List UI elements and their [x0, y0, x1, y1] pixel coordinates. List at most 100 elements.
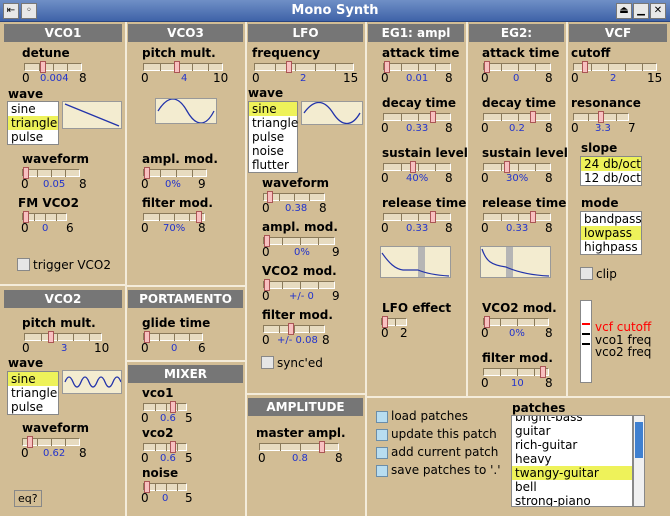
slider-knob[interactable]: [48, 331, 54, 343]
update-patch-button[interactable]: [376, 429, 388, 441]
shade-button[interactable]: ⏏: [616, 3, 632, 19]
lfo-synced-checkbox[interactable]: [261, 356, 274, 369]
patches-scrollbar[interactable]: [633, 415, 645, 507]
lfo-wave-list[interactable]: sine triangle pulse noise flutter: [248, 101, 298, 173]
eg2-vco2-slider[interactable]: [483, 316, 549, 328]
slider-knob[interactable]: [530, 211, 536, 223]
slider-knob[interactable]: [582, 61, 588, 73]
vco3-ampl-slider[interactable]: [143, 167, 207, 179]
eg2-decay-slider[interactable]: [483, 111, 551, 123]
load-patches-label[interactable]: load patches: [391, 409, 468, 423]
slider-knob[interactable]: [598, 111, 604, 123]
patch-item[interactable]: rich-guitar: [512, 438, 632, 452]
minimize-button[interactable]: ▁: [633, 3, 649, 19]
slider-knob[interactable]: [430, 111, 436, 123]
lfo-ampl-slider[interactable]: [263, 235, 335, 247]
slider-knob[interactable]: [410, 161, 416, 173]
save-patches-button[interactable]: [376, 465, 388, 477]
glide-time-slider[interactable]: [143, 331, 203, 343]
vco3-pitch-value: 4: [181, 73, 188, 84]
scrollbar-thumb[interactable]: [635, 422, 643, 458]
close-button[interactable]: ✕: [650, 3, 666, 19]
wave-option-triangle[interactable]: triangle: [8, 116, 58, 130]
resonance-max: 7: [628, 121, 636, 135]
wave-option-pulse[interactable]: pulse: [249, 130, 297, 144]
eg1-decay-slider[interactable]: [383, 111, 451, 123]
slider-knob[interactable]: [430, 211, 436, 223]
eg2-attack-slider[interactable]: [483, 61, 551, 73]
eq-button[interactable]: eq?: [14, 490, 42, 507]
mode-option-lowpass[interactable]: lowpass: [581, 226, 641, 240]
cutoff-slider[interactable]: [573, 61, 657, 73]
add-patch-button[interactable]: [376, 447, 388, 459]
slider-knob[interactable]: [40, 61, 46, 73]
lfo-frequency-slider[interactable]: [254, 61, 354, 73]
patch-item[interactable]: bright-bass: [512, 416, 632, 424]
patch-item[interactable]: strong-piano: [512, 494, 632, 506]
vco3-pitch-slider[interactable]: [143, 61, 223, 73]
wave-option-triangle[interactable]: triangle: [8, 386, 58, 400]
patches-list[interactable]: bright-bass guitar rich-guitar heavy twa…: [511, 415, 633, 507]
mode-list[interactable]: bandpass lowpass highpass: [580, 211, 642, 255]
patch-item[interactable]: heavy: [512, 452, 632, 466]
slider-knob[interactable]: [170, 401, 176, 413]
slider-knob[interactable]: [288, 323, 294, 335]
mixer-vco1-slider[interactable]: [143, 401, 187, 413]
vco1-waveform-slider[interactable]: [22, 167, 80, 179]
patch-item[interactable]: guitar: [512, 424, 632, 438]
lfo-wave-preview: [301, 101, 363, 125]
lfo-filter-slider[interactable]: [263, 323, 325, 335]
lfo-waveform-slider[interactable]: [263, 191, 325, 203]
eg2-decay-value: 0.2: [509, 123, 525, 134]
slope-list[interactable]: 24 db/oct 12 db/oct: [580, 156, 642, 186]
clip-checkbox[interactable]: [580, 267, 593, 280]
slope-option-12[interactable]: 12 db/oct: [581, 171, 641, 185]
update-patch-label[interactable]: update this patch: [391, 427, 497, 441]
eg1-attack-slider[interactable]: [383, 61, 451, 73]
wave-option-triangle[interactable]: triangle: [249, 116, 298, 130]
patch-item-selected[interactable]: twangy-guitar: [512, 466, 632, 480]
vco2-pitch-slider[interactable]: [24, 331, 102, 343]
slope-option-24[interactable]: 24 db/oct: [581, 157, 641, 171]
patch-item[interactable]: bell: [512, 480, 632, 494]
mode-option-highpass[interactable]: highpass: [581, 240, 641, 254]
load-patches-button[interactable]: [376, 411, 388, 423]
wave-option-noise[interactable]: noise: [249, 144, 297, 158]
slider-knob[interactable]: [319, 441, 325, 453]
mode-option-bandpass[interactable]: bandpass: [581, 212, 642, 226]
vco2-wave-list[interactable]: sine triangle pulse: [7, 371, 59, 415]
vco3-filter-slider[interactable]: [143, 211, 205, 223]
eg2-sustain-slider[interactable]: [483, 161, 551, 173]
slider-knob[interactable]: [174, 61, 180, 73]
slider-knob[interactable]: [286, 61, 292, 73]
slider-knob[interactable]: [170, 441, 176, 453]
slider-knob[interactable]: [530, 111, 536, 123]
mixer-vco2-slider[interactable]: [143, 441, 187, 453]
lfo-vco2-slider[interactable]: [263, 279, 335, 291]
resonance-slider[interactable]: [573, 111, 629, 123]
eg2-release-slider[interactable]: [483, 211, 551, 223]
eg1-release-slider[interactable]: [383, 211, 451, 223]
wave-option-sine[interactable]: sine: [8, 372, 58, 386]
wave-option-pulse[interactable]: pulse: [8, 130, 58, 144]
vco2-waveform-slider[interactable]: [22, 436, 80, 448]
save-patches-label[interactable]: save patches to '.': [391, 463, 501, 477]
wave-option-sine[interactable]: sine: [8, 102, 58, 116]
slider-knob[interactable]: [504, 161, 510, 173]
vco2-waveform-min: 0: [21, 446, 29, 460]
legend-vcf-cutoff: vcf cutoff: [595, 320, 652, 334]
wave-option-pulse[interactable]: pulse: [8, 400, 58, 414]
vco1-wave-list[interactable]: sine triangle pulse: [7, 101, 59, 145]
trigger-vco2-checkbox[interactable]: [17, 258, 30, 271]
wave-option-flutter[interactable]: flutter: [249, 158, 297, 172]
mixer-noise-slider[interactable]: [143, 481, 187, 493]
add-patch-label[interactable]: add current patch: [391, 445, 498, 459]
detune-slider[interactable]: [24, 61, 82, 73]
eg1-lfo-effect-slider[interactable]: [381, 316, 407, 328]
master-ampl-slider[interactable]: [259, 441, 339, 453]
eg1-sustain-slider[interactable]: [383, 161, 451, 173]
fm-vco2-slider[interactable]: [22, 211, 67, 223]
wave-option-sine[interactable]: sine: [249, 102, 297, 116]
eg2-filter-slider[interactable]: [483, 366, 549, 378]
lfo-frequency-label: frequency: [252, 46, 321, 60]
